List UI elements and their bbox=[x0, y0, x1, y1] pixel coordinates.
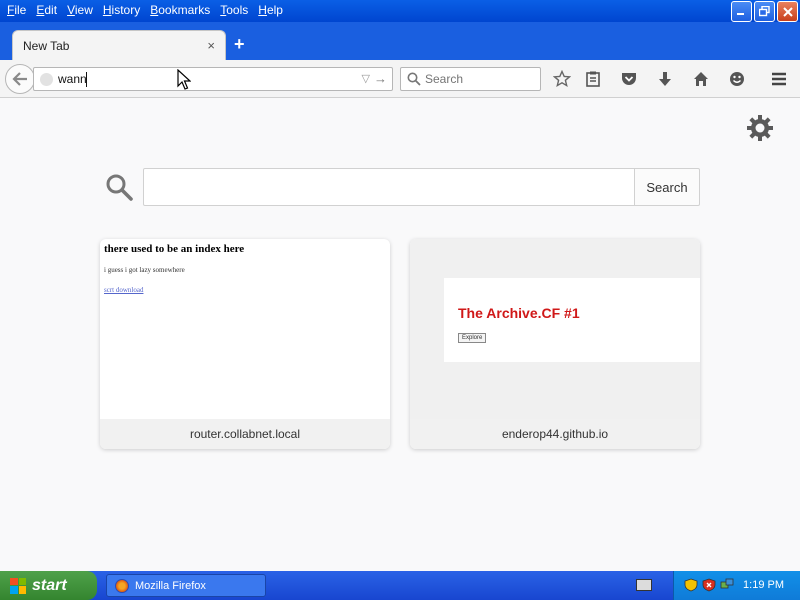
system-clock: 1:19 PM bbox=[743, 579, 784, 591]
downloads-button[interactable] bbox=[654, 69, 676, 89]
mouse-pointer-icon bbox=[177, 69, 191, 90]
pocket-button[interactable] bbox=[618, 69, 640, 89]
menu-bookmarks[interactable]: Bookmarks bbox=[150, 3, 210, 17]
search-icon bbox=[407, 72, 421, 86]
home-icon bbox=[694, 72, 708, 86]
pocket-icon bbox=[622, 73, 636, 85]
nav-bar: wann ▽ → bbox=[0, 60, 800, 98]
url-bar[interactable]: wann ▽ → bbox=[33, 67, 393, 91]
network-icon[interactable] bbox=[720, 578, 734, 592]
history-dropdown-icon[interactable]: ▽ bbox=[362, 72, 370, 85]
thumb-heading: there used to be an index here bbox=[104, 243, 245, 255]
content-search-button[interactable]: Search bbox=[634, 168, 700, 206]
alert-shield-icon[interactable] bbox=[702, 578, 716, 592]
menu-tools[interactable]: Tools bbox=[220, 3, 248, 17]
thumb-title: The Archive.CF #1 bbox=[458, 305, 580, 321]
thumb-text: i guess i got lazy somewhere bbox=[104, 266, 185, 274]
tab-strip: New Tab × + bbox=[0, 22, 800, 60]
back-button[interactable] bbox=[5, 64, 35, 94]
keyboard-icon[interactable] bbox=[636, 579, 652, 591]
gear-icon bbox=[747, 115, 773, 141]
security-shield-icon[interactable] bbox=[684, 578, 698, 592]
open-menu-button[interactable] bbox=[768, 69, 790, 89]
back-arrow-icon bbox=[12, 72, 27, 86]
menu-bar: File Edit View History Bookmarks Tools H… bbox=[0, 0, 800, 22]
search-input[interactable] bbox=[425, 71, 535, 87]
content-search-input[interactable] bbox=[143, 168, 635, 206]
menu-file[interactable]: File bbox=[7, 3, 26, 17]
hamburger-menu-icon bbox=[772, 72, 786, 86]
smiley-icon bbox=[730, 72, 744, 86]
tab-title: New Tab bbox=[23, 39, 70, 53]
text-caret bbox=[86, 72, 87, 87]
restore-button[interactable] bbox=[754, 1, 775, 22]
tile-thumbnail: there used to be an index here i guess i… bbox=[100, 239, 390, 419]
clipboard-icon bbox=[586, 71, 600, 87]
start-button[interactable]: start bbox=[0, 571, 97, 600]
download-arrow-icon bbox=[659, 72, 671, 86]
firefox-icon bbox=[115, 578, 129, 593]
close-window-button[interactable] bbox=[777, 1, 798, 22]
tile-thumbnail: The Archive.CF #1 Explore bbox=[410, 239, 700, 419]
top-site-tile-1[interactable]: there used to be an index here i guess i… bbox=[100, 239, 390, 449]
close-icon bbox=[782, 6, 793, 17]
feedback-button[interactable] bbox=[726, 69, 748, 89]
thumb-panel: The Archive.CF #1 Explore bbox=[444, 278, 700, 362]
menu-view[interactable]: View bbox=[67, 3, 93, 17]
thumb-button: Explore bbox=[458, 333, 487, 343]
reader-list-button[interactable] bbox=[582, 69, 604, 89]
taskbar: start Mozilla Firefox 1:19 PM bbox=[0, 571, 800, 600]
tab-close-icon[interactable]: × bbox=[207, 38, 215, 53]
url-input[interactable]: wann bbox=[58, 72, 87, 86]
bookmark-star-button[interactable] bbox=[551, 69, 573, 89]
content-search-icon bbox=[106, 174, 133, 201]
customize-settings-button[interactable] bbox=[746, 114, 774, 145]
taskbar-window-firefox[interactable]: Mozilla Firefox bbox=[106, 574, 266, 597]
tile-caption: router.collabnet.local bbox=[100, 419, 390, 449]
tile-caption: enderop44.github.io bbox=[410, 419, 700, 449]
home-button[interactable] bbox=[690, 69, 712, 89]
restore-icon bbox=[759, 6, 770, 17]
tab-new-tab[interactable]: New Tab × bbox=[12, 30, 226, 60]
start-label: start bbox=[32, 576, 67, 594]
window-controls bbox=[731, 1, 798, 22]
windows-logo-icon bbox=[10, 577, 26, 594]
go-arrow-icon[interactable]: → bbox=[374, 71, 387, 86]
menu-edit[interactable]: Edit bbox=[36, 3, 57, 17]
system-tray: 1:19 PM bbox=[673, 571, 800, 600]
minimize-button[interactable] bbox=[731, 1, 752, 22]
menu-help[interactable]: Help bbox=[258, 3, 283, 17]
thumb-link: scrt download bbox=[104, 286, 144, 294]
site-identity-icon[interactable] bbox=[40, 73, 53, 86]
menu-items: File Edit View History Bookmarks Tools H… bbox=[2, 3, 288, 17]
star-icon bbox=[553, 70, 571, 88]
new-tab-button[interactable]: + bbox=[234, 34, 245, 55]
search-bar[interactable] bbox=[400, 67, 541, 91]
minimize-icon bbox=[737, 13, 744, 15]
menu-history[interactable]: History bbox=[103, 3, 140, 17]
taskbar-window-label: Mozilla Firefox bbox=[135, 579, 206, 592]
top-site-tile-2[interactable]: The Archive.CF #1 Explore enderop44.gith… bbox=[410, 239, 700, 449]
